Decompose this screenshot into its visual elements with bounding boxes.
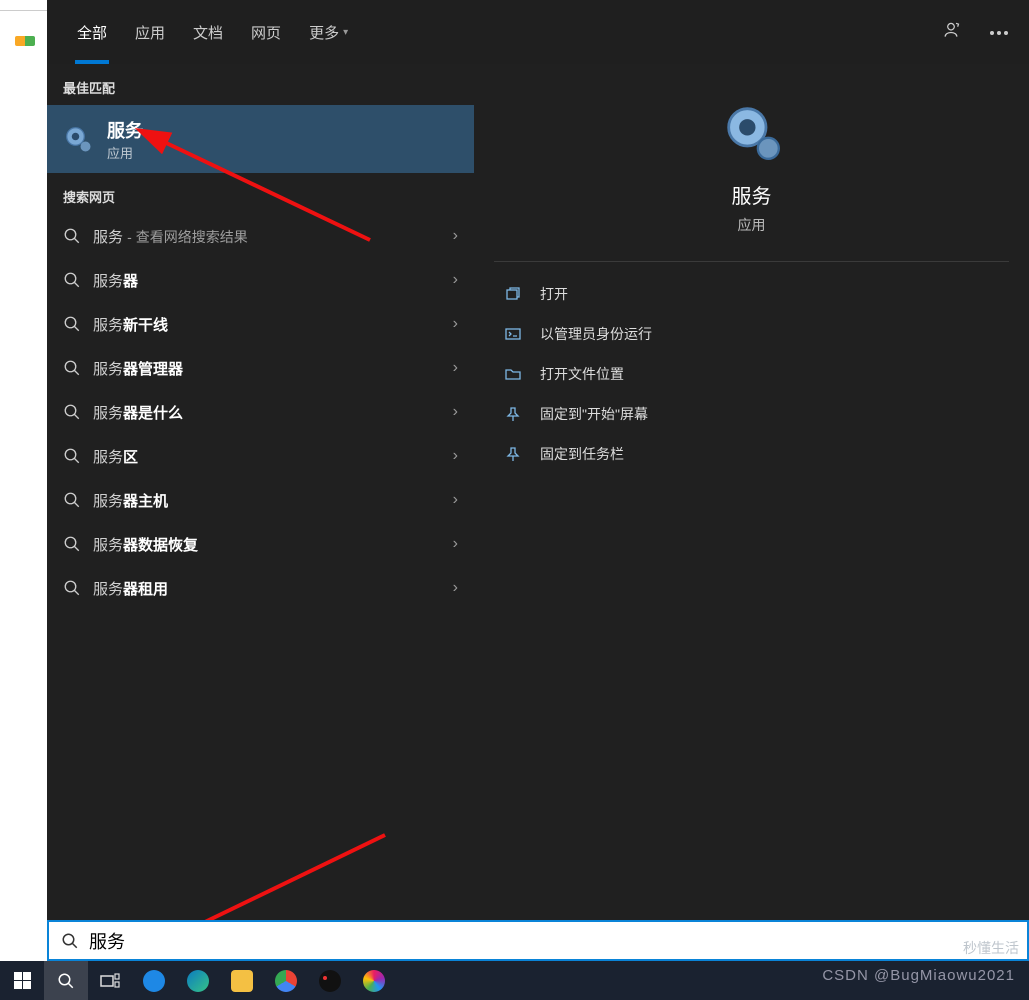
best-match-sub: 应用 — [107, 143, 143, 162]
pin-start-icon — [504, 405, 522, 423]
search-input[interactable] — [89, 922, 1015, 959]
chevron-down-icon: ▾ — [343, 27, 348, 38]
search-icon — [63, 403, 81, 421]
web-suggestion-row[interactable]: 服务新干线 › — [47, 302, 474, 346]
action-label: 打开文件位置 — [540, 364, 624, 384]
suggestion-text: 服务器是什么 — [93, 402, 183, 423]
chevron-right-icon: › — [453, 579, 458, 597]
pin-task-icon — [504, 445, 522, 463]
chevron-right-icon: › — [453, 491, 458, 509]
chevron-right-icon: › — [453, 403, 458, 421]
tab-docs[interactable]: 文档 — [179, 0, 237, 64]
folder-icon — [504, 365, 522, 383]
action-folder[interactable]: 打开文件位置 — [494, 354, 1009, 394]
preview-sub: 应用 — [738, 215, 766, 235]
web-suggestion-row[interactable]: 服务器主机 › — [47, 478, 474, 522]
tab-apps[interactable]: 应用 — [121, 0, 179, 64]
action-admin[interactable]: 以管理员身份运行 — [494, 314, 1009, 354]
action-pin-start[interactable]: 固定到"开始"屏幕 — [494, 394, 1009, 434]
chevron-right-icon: › — [453, 447, 458, 465]
action-pin-task[interactable]: 固定到任务栏 — [494, 434, 1009, 474]
action-label: 以管理员身份运行 — [540, 324, 652, 344]
watermark-text-2: 秒懂生活 — [963, 938, 1019, 958]
best-match-services[interactable]: 服务 应用 — [47, 105, 474, 173]
preview-right-column: 服务 应用 打开以管理员身份运行打开文件位置固定到"开始"屏幕固定到任务栏 — [474, 64, 1029, 920]
task-view[interactable] — [88, 961, 132, 1000]
action-label: 打开 — [540, 284, 568, 304]
taskbar-search[interactable] — [44, 961, 88, 1000]
search-icon — [61, 932, 79, 950]
search-icon — [63, 535, 81, 553]
best-match-header: 最佳匹配 — [47, 64, 474, 105]
web-suggestion-row[interactable]: 服务器是什么 › — [47, 390, 474, 434]
chevron-right-icon: › — [453, 535, 458, 553]
taskbar-app-cortana[interactable] — [132, 961, 176, 1000]
taskbar-app-qq[interactable] — [308, 961, 352, 1000]
feedback-icon[interactable] — [941, 20, 961, 45]
action-label: 固定到任务栏 — [540, 444, 624, 464]
search-input-container[interactable] — [47, 920, 1029, 961]
results-left-column: 最佳匹配 服务 应用 搜索网页 服务 - 查看网络搜索结果 › 服务器 › 服务… — [47, 64, 474, 920]
watermark-text: CSDN @BugMiaowu2021 — [822, 967, 1015, 984]
search-icon — [63, 315, 81, 333]
suggestion-text: 服务器管理器 — [93, 358, 183, 379]
web-suggestion-row[interactable]: 服务器管理器 › — [47, 346, 474, 390]
search-icon — [63, 271, 81, 289]
chevron-right-icon: › — [453, 359, 458, 377]
suggestion-text: 服务 - 查看网络搜索结果 — [93, 226, 248, 247]
gear-large-icon — [724, 104, 780, 160]
taskbar-app-chrome[interactable] — [264, 961, 308, 1000]
windows-logo-icon — [14, 972, 31, 989]
web-suggestion-row[interactable]: 服务 - 查看网络搜索结果 › — [47, 214, 474, 258]
gear-icon — [63, 124, 93, 154]
tab-more[interactable]: 更多▾ — [295, 0, 362, 64]
chevron-right-icon: › — [453, 315, 458, 333]
background-logo — [15, 36, 35, 46]
web-suggestion-row[interactable]: 服务器 › — [47, 258, 474, 302]
suggestion-text: 服务器数据恢复 — [93, 534, 198, 555]
windows-search-panel: 全部 应用 文档 网页 更多▾ 最佳匹配 服务 应用 — [47, 0, 1029, 920]
action-label: 固定到"开始"屏幕 — [540, 404, 648, 424]
best-match-title: 服务 — [107, 117, 143, 143]
more-options-icon[interactable] — [989, 23, 1009, 41]
search-icon — [63, 491, 81, 509]
background-browser-edge — [0, 10, 47, 920]
search-icon — [63, 227, 81, 245]
divider — [494, 261, 1009, 262]
taskbar-app-explorer[interactable] — [220, 961, 264, 1000]
tab-all[interactable]: 全部 — [63, 0, 121, 64]
search-scope-tabs: 全部 应用 文档 网页 更多▾ — [47, 0, 1029, 64]
suggestion-text: 服务器主机 — [93, 490, 168, 511]
tab-web[interactable]: 网页 — [237, 0, 295, 64]
suggestion-text: 服务新干线 — [93, 314, 168, 335]
web-suggestion-row[interactable]: 服务器租用 › — [47, 566, 474, 610]
taskbar-app-browser[interactable] — [352, 961, 396, 1000]
open-icon — [504, 285, 522, 303]
search-icon — [63, 579, 81, 597]
chevron-right-icon: › — [453, 271, 458, 289]
search-icon — [63, 447, 81, 465]
admin-icon — [504, 325, 522, 343]
chevron-right-icon: › — [453, 227, 458, 245]
search-icon — [63, 359, 81, 377]
suggestion-text: 服务器 — [93, 270, 138, 291]
search-web-header: 搜索网页 — [47, 173, 474, 214]
taskbar-app-edge[interactable] — [176, 961, 220, 1000]
suggestion-text: 服务器租用 — [93, 578, 168, 599]
web-suggestion-row[interactable]: 服务区 › — [47, 434, 474, 478]
action-open[interactable]: 打开 — [494, 274, 1009, 314]
suggestion-text: 服务区 — [93, 446, 138, 467]
preview-title: 服务 — [732, 180, 772, 209]
start-button[interactable] — [0, 961, 44, 1000]
web-suggestion-row[interactable]: 服务器数据恢复 › — [47, 522, 474, 566]
